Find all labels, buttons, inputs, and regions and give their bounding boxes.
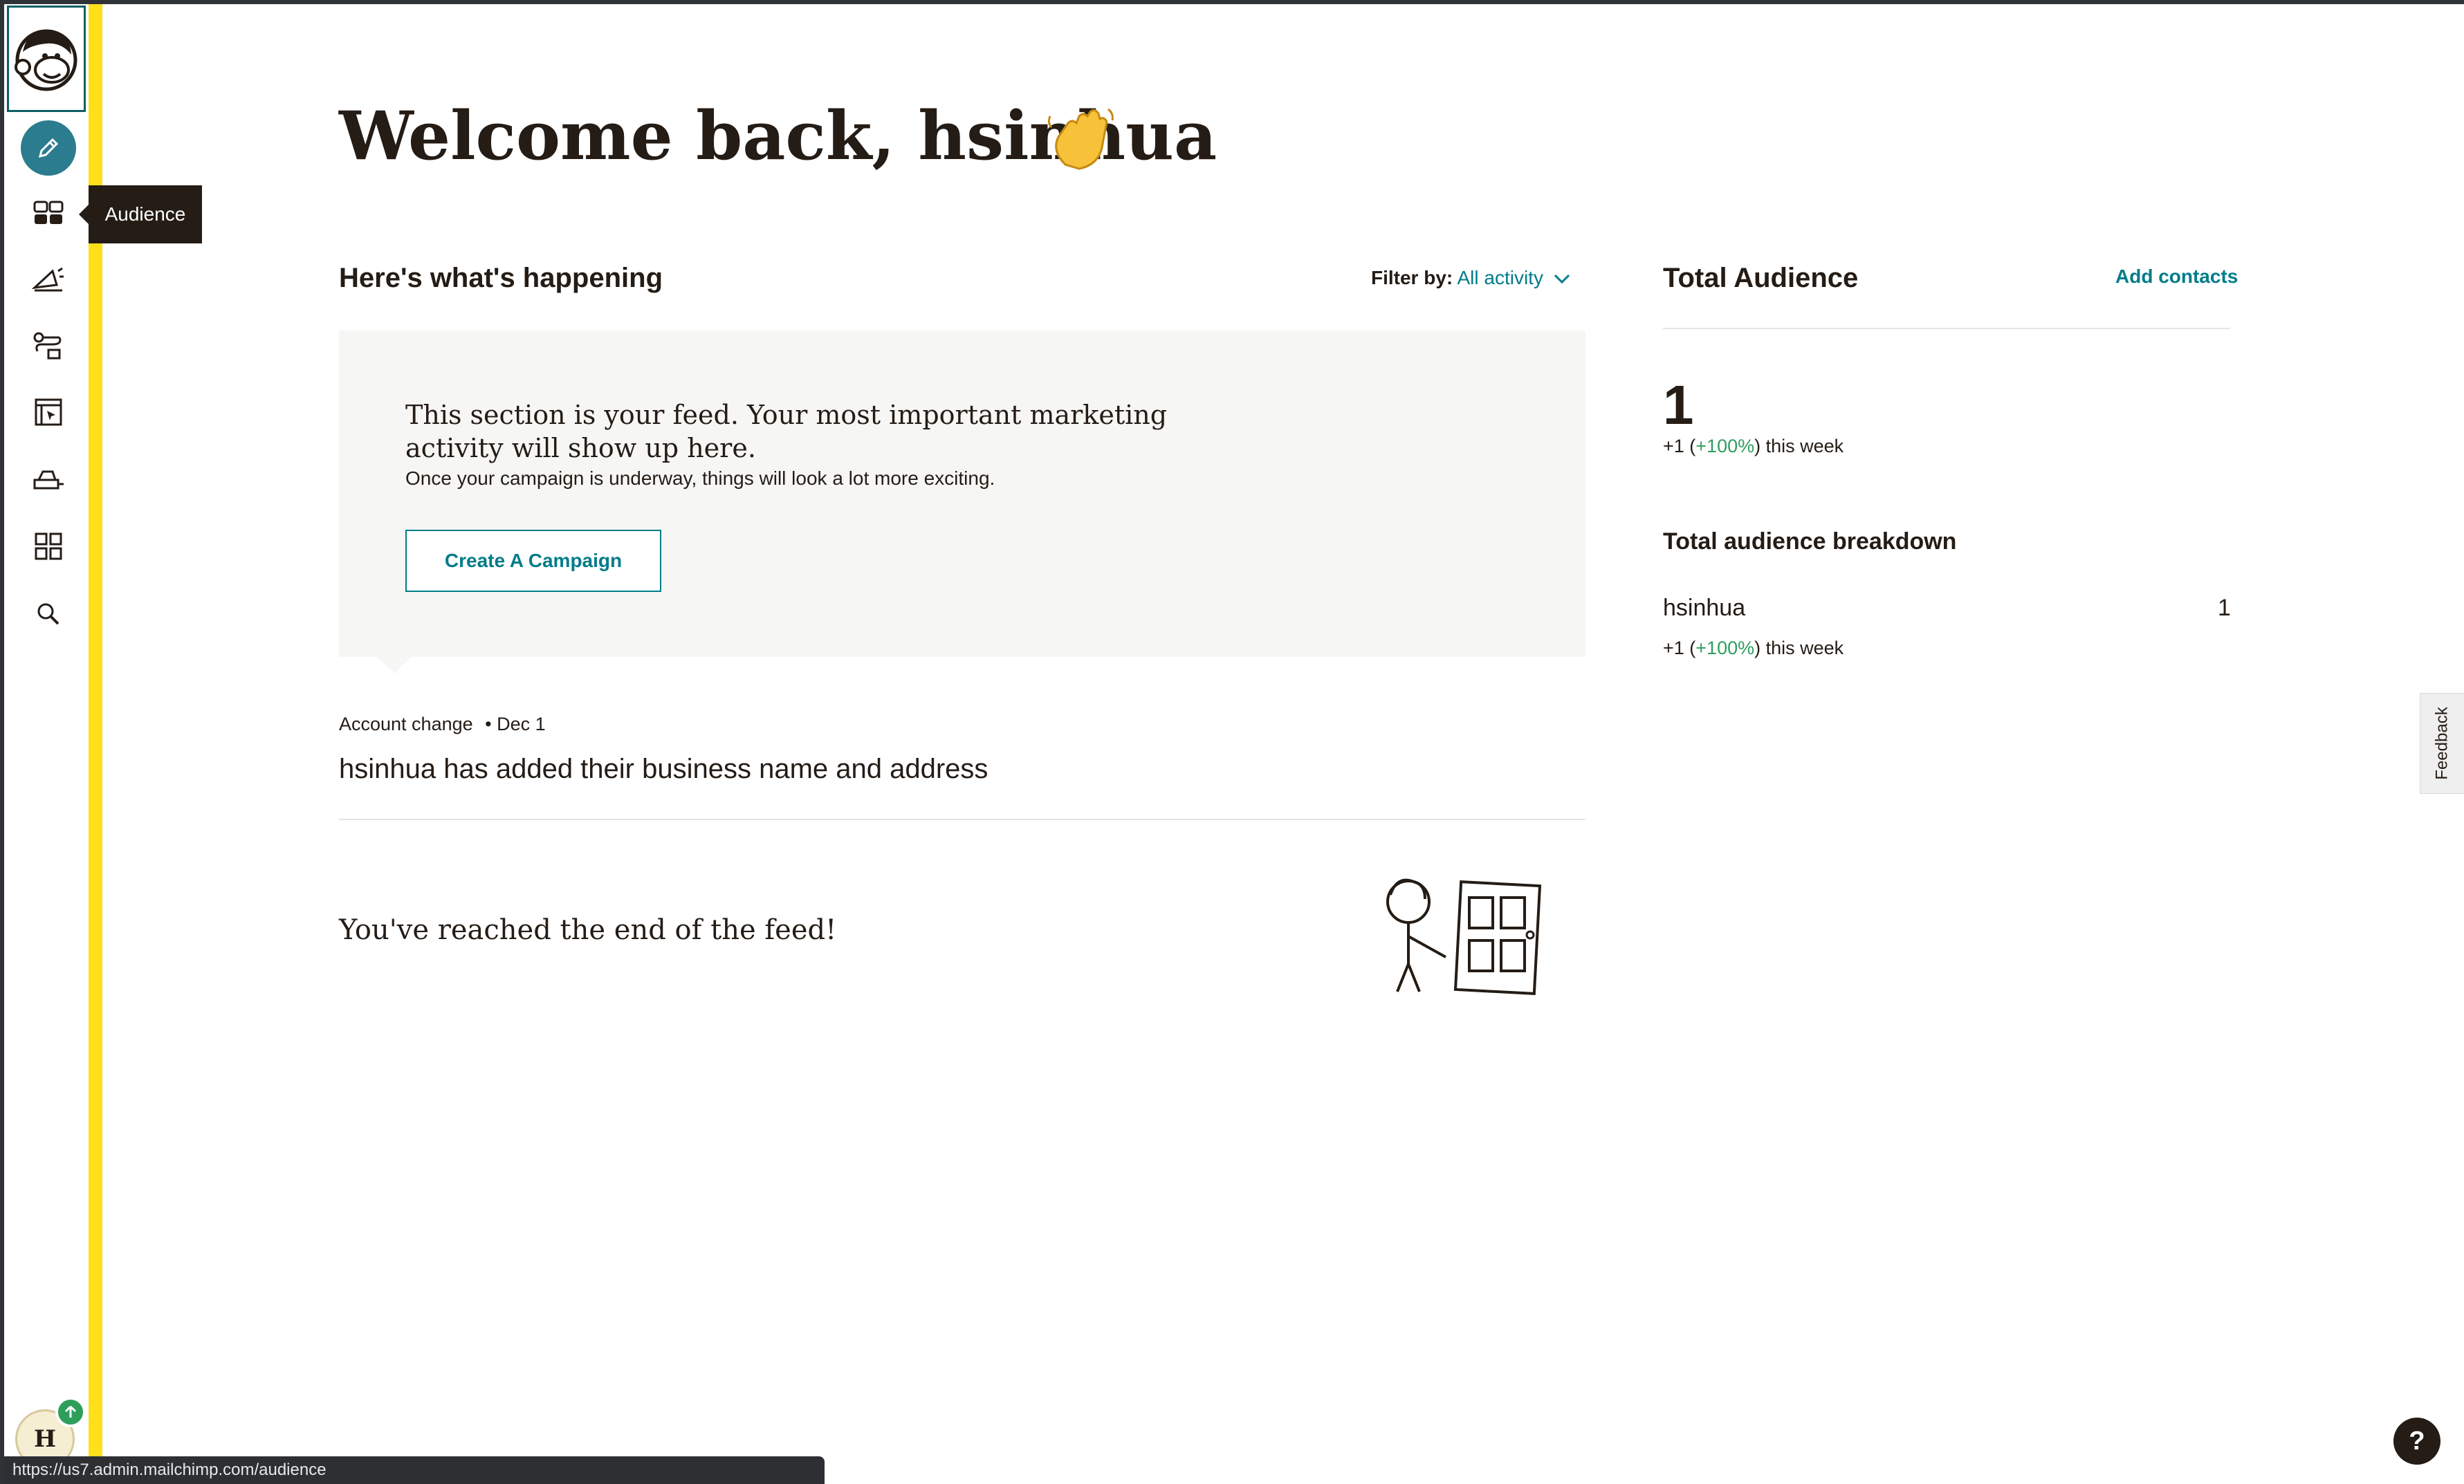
weekly-change-suffix: ) this week xyxy=(1754,436,1844,456)
weekly-change-percent: +100% xyxy=(1695,436,1755,456)
arrow-up-icon xyxy=(64,1405,77,1418)
audience-divider xyxy=(1663,328,2230,329)
waving-hand-icon xyxy=(1047,108,1114,170)
sidebar-item-website[interactable] xyxy=(21,384,76,440)
feedback-tab[interactable]: Feedback xyxy=(2420,693,2464,794)
filter-value[interactable]: All activity xyxy=(1457,267,1543,288)
website-icon xyxy=(35,398,62,426)
pencil-icon xyxy=(38,138,59,158)
breakdown-change-suffix: ) this week xyxy=(1754,638,1844,658)
end-of-feed-illustration xyxy=(1386,878,1542,995)
feed-filter[interactable]: Filter by: All activity xyxy=(1371,267,1543,289)
feed-card-pointer xyxy=(378,657,411,674)
freddie-logo-icon xyxy=(15,29,77,91)
breakdown-change-prefix: +1 ( xyxy=(1663,638,1696,658)
browser-status-url: https://us7.admin.mailchimp.com/audience xyxy=(4,1456,825,1484)
search-icon xyxy=(37,603,59,625)
feed-event-meta: Account change • Dec 1 xyxy=(339,714,546,735)
total-audience-title: Total Audience xyxy=(1663,263,1859,293)
sidebar-item-integrations[interactable] xyxy=(21,519,76,574)
breakdown-audience-count: 1 xyxy=(2218,595,2231,621)
breakdown-change-percent: +100% xyxy=(1695,638,1755,658)
audience-icon xyxy=(33,201,64,224)
window-top-border xyxy=(0,0,2464,4)
total-audience-count: 1 xyxy=(1663,374,1694,436)
feed-intro-card xyxy=(339,331,1585,657)
feed-intro-subtitle: Once your campaign is underway, things w… xyxy=(405,467,995,489)
upgrade-badge[interactable] xyxy=(55,1397,86,1427)
sidebar-item-campaigns[interactable] xyxy=(21,252,76,307)
breakdown-weekly-change: +1 (+100%) this week xyxy=(1663,638,1844,659)
sidebar-item-content[interactable] xyxy=(21,452,76,508)
content-studio-icon xyxy=(33,470,64,490)
feed-intro-title: This section is your feed. Your most imp… xyxy=(405,400,1168,463)
help-button[interactable]: ? xyxy=(2393,1418,2440,1465)
feed-title: Here's what's happening xyxy=(339,263,663,293)
sidebar-item-automations[interactable] xyxy=(21,318,76,373)
feed-event-text: hsinhua has added their business name an… xyxy=(339,754,989,784)
home-logo-link[interactable] xyxy=(7,6,86,112)
audience-breakdown-title: Total audience breakdown xyxy=(1663,528,1957,555)
feed-end-text: You've reached the end of the feed! xyxy=(339,914,837,946)
feed-event-type: Account change xyxy=(339,714,473,734)
feed-event-date: • Dec 1 xyxy=(485,714,546,734)
sidebar-item-search[interactable] xyxy=(21,586,76,642)
add-contacts-link[interactable]: Add contacts xyxy=(2115,266,2238,288)
sidebar-tooltip: Audience xyxy=(79,185,202,243)
automation-icon xyxy=(33,332,62,360)
sidebar-item-audience[interactable] xyxy=(21,185,76,241)
filter-label: Filter by: xyxy=(1371,267,1453,288)
grid-icon xyxy=(35,532,62,560)
chevron-down-icon[interactable] xyxy=(1552,271,1572,286)
feed-divider xyxy=(339,819,1585,820)
breakdown-audience-name: hsinhua xyxy=(1663,595,1746,621)
create-campaign-button[interactable]: Create A Campaign xyxy=(405,530,661,592)
weekly-change-prefix: +1 ( xyxy=(1663,436,1696,456)
audience-weekly-change: +1 (+100%) this week xyxy=(1663,436,1844,457)
feedback-label: Feedback xyxy=(2432,707,2452,780)
sidebar-item-create[interactable] xyxy=(21,120,76,176)
megaphone-icon xyxy=(32,267,64,292)
